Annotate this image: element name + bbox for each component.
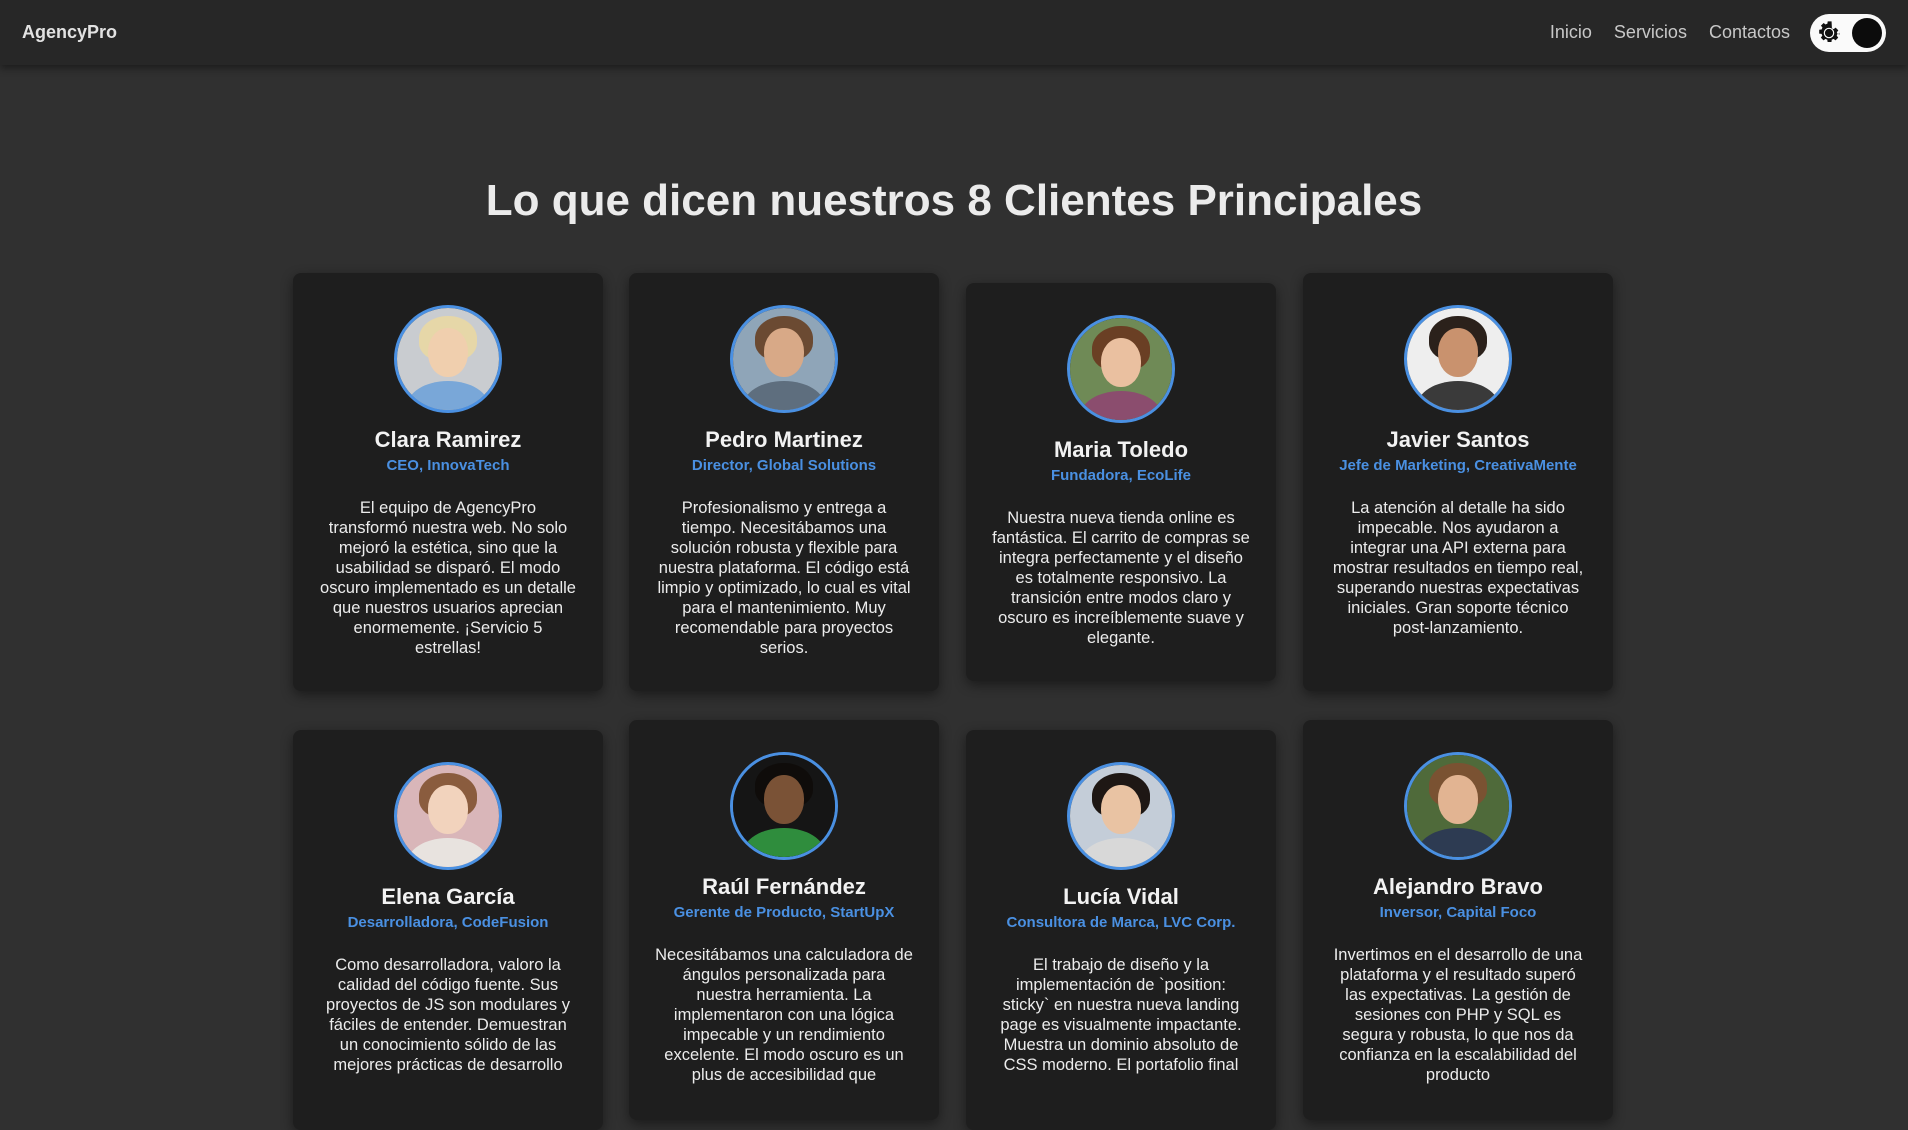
testimonial-card: Maria Toledo Fundadora, EcoLife Nuestra … [966,283,1276,681]
client-quote: La atención al detalle ha sido impecable… [1332,499,1584,637]
client-name: Raúl Fernández [702,874,866,899]
client-name: Elena García [381,884,515,909]
theme-toggle[interactable] [1810,14,1886,52]
gear-icon [1819,21,1840,42]
client-name: Maria Toledo [1053,437,1189,462]
navbar: AgencyPro Inicio Servicios Contactos [0,0,1908,65]
avatar [730,305,838,413]
nav-link-servicios[interactable]: Servicios [1614,22,1687,43]
client-name: Lucía Vidal [1063,884,1179,909]
testimonial-card: Javier Santos Jefe de Marketing, Creativ… [1303,273,1613,691]
avatar [394,762,502,870]
nav-link-contactos[interactable]: Contactos [1709,22,1790,43]
client-role: Desarrolladora, CodeFusion [347,914,549,931]
nav-links: Inicio Servicios Contactos [1550,22,1790,43]
testimonial-card: Elena García Desarrolladora, CodeFusion … [293,730,603,1130]
client-name: Alejandro Bravo [1373,874,1543,899]
client-role: Fundadora, EcoLife [1050,467,1191,484]
client-quote: Como desarrolladora, valoro la calidad d… [326,956,570,1074]
brand-logo[interactable]: AgencyPro [22,22,117,43]
testimonial-card: Alejandro Bravo Inversor, Capital Foco I… [1303,720,1613,1120]
testimonial-card: Lucía Vidal Consultora de Marca, LVC Cor… [966,730,1276,1130]
client-quote: Invertimos en el desarrollo de una plata… [1333,946,1583,1084]
client-quote: El trabajo de diseño y la implementación… [1000,956,1242,1074]
avatar [1404,752,1512,860]
section-title: Lo que dicen nuestros 8 Clientes Princip… [485,176,1423,225]
client-role: Jefe de Marketing, CreativaMente [1339,457,1577,474]
toggle-knob [1852,18,1882,48]
client-quote: El equipo de AgencyPro transformó nuestr… [320,499,576,657]
client-role: Consultora de Marca, LVC Corp. [1006,914,1236,931]
client-name: Javier Santos [1386,427,1530,452]
client-quote: Nuestra nueva tienda online es fantástic… [992,509,1250,647]
client-name: Clara Ramirez [374,427,522,452]
nav-link-inicio[interactable]: Inicio [1550,22,1592,43]
client-quote: Profesionalismo y entrega a tiempo. Nece… [657,499,911,657]
client-quote: Necesitábamos una calculadora de ángulos… [655,946,913,1084]
client-role: Gerente de Producto, StartUpX [673,904,895,921]
avatar [730,752,838,860]
client-role: Director, Global Solutions [691,457,877,474]
avatar [1404,305,1512,413]
testimonial-card: Clara Ramirez CEO, InnovaTech El equipo … [293,273,603,691]
client-name: Pedro Martinez [705,427,863,452]
testimonial-card: Raúl Fernández Gerente de Producto, Star… [629,720,939,1120]
client-role: Inversor, Capital Foco [1379,904,1537,921]
avatar [394,305,502,413]
client-role: CEO, InnovaTech [386,457,510,474]
avatar [1067,315,1175,423]
testimonial-card: Pedro Martinez Director, Global Solution… [629,273,939,691]
avatar [1067,762,1175,870]
